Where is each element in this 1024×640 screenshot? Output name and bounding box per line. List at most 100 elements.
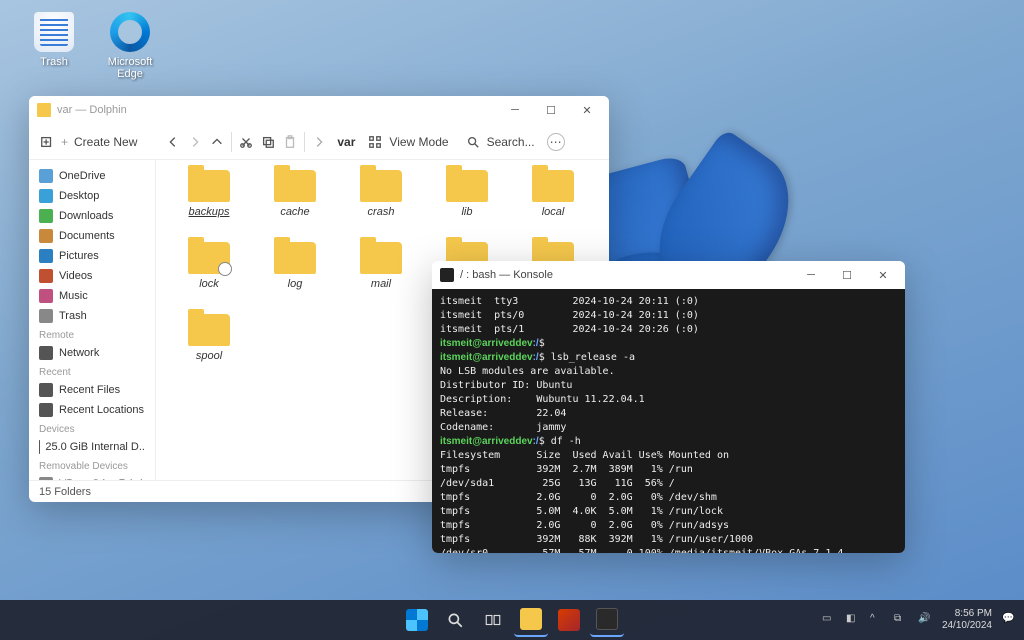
dolphin-titlebar[interactable]: var — Dolphin ─ ☐ ✕: [29, 96, 609, 124]
close-button[interactable]: ✕: [865, 261, 901, 289]
konsole-taskbar-icon[interactable]: [590, 603, 624, 637]
maximize-button[interactable]: ☐: [829, 261, 865, 289]
menu-icon[interactable]: ⋯: [547, 133, 565, 151]
dolphin-sidebar: OneDrive Desktop Downloads Documents Picture…: [29, 160, 155, 480]
folder-icon: [532, 170, 574, 202]
trash-icon: [34, 12, 74, 52]
forward-icon[interactable]: [187, 134, 203, 150]
breadcrumb-path[interactable]: var: [337, 135, 355, 149]
folder-icon: [274, 242, 316, 274]
cut-icon[interactable]: [238, 134, 254, 150]
search-taskbar-icon[interactable]: [438, 603, 472, 637]
sidebar-item[interactable]: Desktop: [29, 186, 155, 206]
sidebar-item[interactable]: Videos: [29, 266, 155, 286]
paste-icon[interactable]: [282, 134, 298, 150]
folder-label: backups: [166, 206, 252, 218]
folder-label: lock: [166, 278, 252, 290]
app1-taskbar-icon[interactable]: [552, 603, 586, 637]
window-title: var — Dolphin: [57, 104, 127, 116]
desktop-icon-edge[interactable]: Microsoft Edge: [94, 12, 166, 80]
up-icon[interactable]: [209, 134, 225, 150]
sidebar-label: Music: [59, 290, 88, 302]
folder-item[interactable]: spool: [166, 314, 252, 386]
sidebar-icon: [39, 209, 53, 223]
minimize-button[interactable]: ─: [793, 261, 829, 289]
sidebar-label: Trash: [59, 310, 87, 322]
view-mode-button[interactable]: View Mode: [389, 135, 448, 149]
status-text: 15 Folders: [39, 486, 91, 498]
sidebar-icon: [39, 269, 53, 283]
notifications-icon[interactable]: 💬: [1002, 613, 1016, 627]
folder-icon: [188, 314, 230, 346]
folder-item[interactable]: lib: [424, 170, 510, 242]
folder-item[interactable]: log: [252, 242, 338, 314]
sidebar-icon: [39, 169, 53, 183]
sidebar-item[interactable]: Pictures: [29, 246, 155, 266]
sidebar-item[interactable]: Documents: [29, 226, 155, 246]
maximize-button[interactable]: ☐: [533, 96, 569, 124]
folder-label: mail: [338, 278, 424, 290]
taskbar-clock[interactable]: 8:56 PM 24/10/2024: [942, 608, 992, 632]
sidebar-head-recent: Recent: [29, 363, 155, 380]
taskview-icon[interactable]: [476, 603, 510, 637]
sidebar-item[interactable]: Network: [29, 343, 155, 363]
search-icon[interactable]: [465, 134, 481, 150]
folder-item[interactable]: cache: [252, 170, 338, 242]
sidebar-item[interactable]: Downloads: [29, 206, 155, 226]
minimize-button[interactable]: ─: [497, 96, 533, 124]
dolphin-toolbar: + Create New var View Mode Search... ⋯: [29, 124, 609, 160]
sidebar-icon: [39, 289, 53, 303]
sidebar-icon: [39, 403, 53, 417]
terminal-output[interactable]: itsmeit tty3 2024-10-24 20:11 (:0) itsme…: [432, 289, 905, 553]
folder-label: cache: [252, 206, 338, 218]
clock-date: 24/10/2024: [942, 620, 992, 632]
sidebar-item[interactable]: Recent Files: [29, 380, 155, 400]
konsole-titlebar[interactable]: / : bash — Konsole ─ ☐ ✕: [432, 261, 905, 289]
sidebar-item[interactable]: OneDrive: [29, 166, 155, 186]
folder-item[interactable]: lock: [166, 242, 252, 314]
close-button[interactable]: ✕: [569, 96, 605, 124]
sidebar-label: Recent Files: [59, 384, 120, 396]
tray-icon[interactable]: ▭: [822, 613, 836, 627]
chevron-right-icon[interactable]: [311, 134, 327, 150]
konsole-window: / : bash — Konsole ─ ☐ ✕ itsmeit tty3 20…: [432, 261, 905, 553]
folder-label: log: [252, 278, 338, 290]
chevron-up-icon[interactable]: ^: [870, 613, 884, 627]
new-tab-icon[interactable]: [39, 134, 55, 150]
sidebar-label: OneDrive: [59, 170, 105, 182]
taskbar: ▭ ◧ ^ ⧉ 🔊 8:56 PM 24/10/2024 💬: [0, 600, 1024, 640]
sidebar-label: Desktop: [59, 190, 99, 202]
folder-item[interactable]: mail: [338, 242, 424, 314]
sidebar-icon: [39, 309, 53, 323]
desktop-icon-label: Trash: [18, 56, 90, 68]
folder-icon: [188, 242, 230, 274]
search-button[interactable]: Search...: [487, 135, 535, 149]
sidebar-item[interactable]: Music: [29, 286, 155, 306]
desktop-icon-trash[interactable]: Trash: [18, 12, 90, 68]
sidebar-label: 25.0 GiB Internal D..: [45, 441, 145, 453]
sidebar-label: Videos: [59, 270, 92, 282]
folder-item[interactable]: crash: [338, 170, 424, 242]
folder-icon: [188, 170, 230, 202]
folder-item[interactable]: local: [510, 170, 596, 242]
folder-item[interactable]: backups: [166, 170, 252, 242]
folder-label: crash: [338, 206, 424, 218]
folder-icon: [37, 103, 51, 117]
sidebar-label: Downloads: [59, 210, 113, 222]
create-new-button[interactable]: Create New: [74, 135, 137, 149]
explorer-taskbar-icon[interactable]: [514, 603, 548, 637]
back-icon[interactable]: [165, 134, 181, 150]
view-icon: [367, 134, 383, 150]
sidebar-head-remote: Remote: [29, 326, 155, 343]
sidebar-item[interactable]: 25.0 GiB Internal D..: [29, 437, 155, 457]
folder-label: local: [510, 206, 596, 218]
sidebar-item[interactable]: Trash: [29, 306, 155, 326]
sidebar-item[interactable]: Recent Locations: [29, 400, 155, 420]
network-icon[interactable]: ⧉: [894, 613, 908, 627]
sidebar-label: Documents: [59, 230, 115, 242]
copy-icon[interactable]: [260, 134, 276, 150]
start-button[interactable]: [400, 603, 434, 637]
volume-icon[interactable]: 🔊: [918, 613, 932, 627]
edge-icon: [110, 12, 150, 52]
tray-icon[interactable]: ◧: [846, 613, 860, 627]
